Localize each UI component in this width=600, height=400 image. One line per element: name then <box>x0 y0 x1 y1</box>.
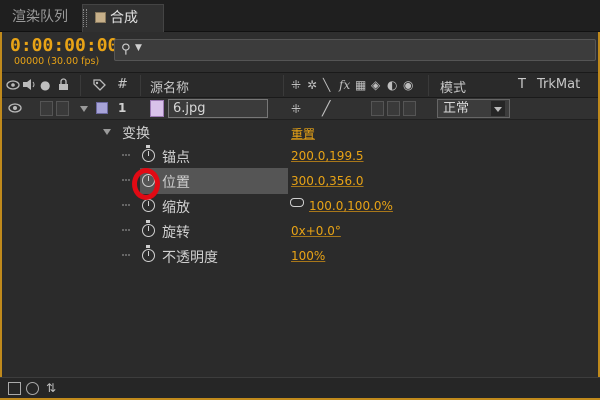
tab-render-queue-label: 渲染队列 <box>12 9 68 25</box>
tab-composition-3[interactable]: 合成 3× <box>82 4 164 52</box>
label-icon[interactable] <box>92 78 106 92</box>
timeline-footer: ⇅ <box>0 377 600 400</box>
timeline-header: 0:00:00:00 00000 (30.00 fps) ⚲ ▼ <box>0 32 600 72</box>
current-time-display[interactable]: 0:00:00:00 <box>10 35 118 56</box>
transform-label: 变换 <box>122 126 150 142</box>
property-label: 不透明度 <box>162 250 218 266</box>
column-separator[interactable] <box>140 75 141 96</box>
3d-layer-icon[interactable]: ◉ <box>403 78 413 92</box>
lock-icon[interactable] <box>58 78 69 91</box>
property-row-anchor-point[interactable]: 锚点 200.0,199.5 <box>0 144 600 168</box>
toggle-modes-icon[interactable] <box>26 382 39 395</box>
transform-group-row[interactable]: 变换 重置 <box>0 120 600 144</box>
property-row-rotation[interactable]: 旋转 0x+0.0° <box>0 219 600 243</box>
quality-switch-icon[interactable]: ╱ <box>322 101 330 117</box>
tab-render-queue[interactable]: 渲染队列 <box>6 4 74 32</box>
motion-blur-icon[interactable]: ◈ <box>371 78 380 92</box>
composition-icon <box>95 12 106 23</box>
constrain-proportions-link-icon[interactable] <box>290 198 304 207</box>
collapse-icon[interactable]: ✲ <box>307 78 317 92</box>
stopwatch-icon[interactable] <box>142 195 155 212</box>
tree-connector <box>122 229 130 231</box>
stopwatch-icon[interactable] <box>142 220 155 237</box>
layer-column-header: ● # 源名称 ⁜ ✲ ╲ fx ▦ ◈ ◐ ◉ 模式 T TrkMat <box>0 72 600 98</box>
image-file-icon <box>150 100 164 117</box>
property-value[interactable]: 200.0,199.5 <box>291 149 364 163</box>
frame-rate-display: 00000 (30.00 fps) <box>14 56 100 67</box>
tree-connector <box>122 179 130 181</box>
property-value[interactable]: 0x+0.0° <box>291 224 341 238</box>
panel-focus-border <box>0 32 2 377</box>
tree-connector <box>122 154 130 156</box>
lock-switch[interactable] <box>56 101 69 116</box>
property-row-position[interactable]: 位置 300.0,356.0 <box>0 169 600 193</box>
adjustment-switch[interactable] <box>387 101 400 116</box>
panel-tab-bar: 渲染队列 合成 3× <box>0 0 600 52</box>
layer-label-color[interactable] <box>96 102 108 114</box>
solo-icon[interactable]: ● <box>40 78 50 92</box>
frame-blending-icon[interactable]: ▦ <box>355 78 366 92</box>
property-row-opacity[interactable]: 不透明度 100% <box>0 244 600 268</box>
property-value[interactable]: 100.0,100.0% <box>309 199 393 213</box>
shy-switch-icon[interactable]: ⁜ <box>291 102 301 116</box>
layer-name-field[interactable]: 6.jpg <box>168 99 268 118</box>
toggle-switches-icon[interactable] <box>8 382 21 395</box>
property-value[interactable]: 300.0,356.0 <box>291 174 364 188</box>
audio-icon[interactable] <box>22 78 36 91</box>
expand-layer-toggle[interactable] <box>80 106 88 112</box>
tree-connector <box>122 204 130 206</box>
property-label: 旋转 <box>162 225 190 241</box>
column-separator[interactable] <box>283 75 284 96</box>
fx-icon[interactable]: fx <box>339 78 350 92</box>
property-label: 位置 <box>162 175 190 191</box>
3d-switch[interactable] <box>403 101 416 116</box>
property-label: 锚点 <box>162 150 190 166</box>
layer-row[interactable]: 1 6.jpg ⁜ ╱ 正常 <box>0 98 600 120</box>
tree-connector <box>122 254 130 256</box>
column-source-name-header[interactable]: 源名称 <box>150 77 189 96</box>
tab-grip-icon[interactable] <box>83 9 87 27</box>
toggle-transfer-icon[interactable]: ⇅ <box>46 381 56 395</box>
search-input[interactable]: ⚲ ▼ <box>114 39 596 61</box>
column-mode-header[interactable]: 模式 <box>440 77 466 96</box>
solo-switch[interactable] <box>40 101 53 116</box>
column-separator[interactable] <box>428 75 429 96</box>
column-trkmat-header[interactable]: TrkMat <box>537 77 580 92</box>
chevron-down-icon[interactable]: ▼ <box>135 43 142 53</box>
annotation-circle <box>132 168 160 200</box>
property-label: 缩放 <box>162 200 190 216</box>
motion-blur-switch[interactable] <box>371 101 384 116</box>
transform-reset-link[interactable]: 重置 <box>291 125 315 142</box>
stopwatch-icon[interactable] <box>142 245 155 262</box>
search-icon: ⚲ <box>121 42 131 57</box>
visibility-eye-icon[interactable] <box>8 101 22 115</box>
column-number-header[interactable]: # <box>117 77 128 92</box>
column-t-header[interactable]: T <box>518 77 526 92</box>
shy-icon[interactable]: ⁜ <box>291 78 301 92</box>
video-toggle-icon[interactable] <box>6 79 20 91</box>
stopwatch-icon[interactable] <box>142 145 155 162</box>
quality-icon[interactable]: ╲ <box>323 78 330 92</box>
property-value[interactable]: 100% <box>291 249 325 263</box>
expand-transform-toggle[interactable] <box>103 129 111 135</box>
layer-number: 1 <box>118 101 127 115</box>
blend-mode-value: 正常 <box>443 101 470 116</box>
chevron-down-icon[interactable] <box>491 101 505 116</box>
blend-mode-select[interactable]: 正常 <box>437 99 510 118</box>
adjustment-layer-icon[interactable]: ◐ <box>387 78 397 92</box>
column-separator[interactable] <box>80 75 81 96</box>
